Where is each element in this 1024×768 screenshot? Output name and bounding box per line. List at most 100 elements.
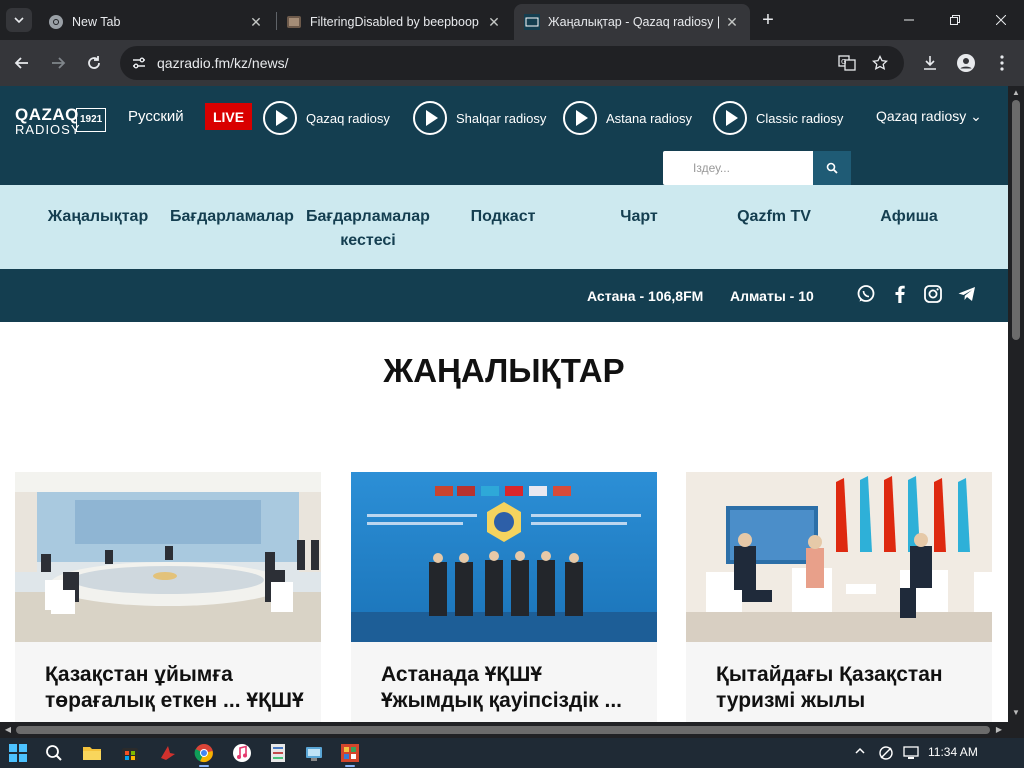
taskbar-clock[interactable]: 11:34 AM	[928, 745, 978, 759]
whatsapp-icon[interactable]	[855, 283, 877, 305]
news-card[interactable]: Астанада ҰҚШҰ Ұжымдық қауіпсіздік ...	[351, 472, 657, 722]
back-button[interactable]	[8, 49, 36, 77]
close-icon	[996, 15, 1006, 25]
network-app-icon[interactable]	[302, 741, 326, 765]
station-label: Astana radiosy	[606, 110, 692, 126]
telegram-icon[interactable]	[956, 283, 978, 305]
logo-line1: QAZAQ	[15, 105, 79, 124]
minimize-icon	[904, 19, 914, 21]
tray-app-icon[interactable]	[878, 745, 894, 764]
page-title: ЖАҢАЛЫҚТАР	[383, 352, 625, 389]
search-icon[interactable]	[42, 741, 66, 765]
nav-podcast[interactable]: Подкаст	[458, 205, 548, 229]
arrow-left-icon	[14, 57, 28, 69]
chrome-taskbar-icon[interactable]	[192, 741, 216, 767]
browser-tab-strip: New Tab ✕ FilteringDisabled by beepboop …	[0, 0, 1024, 40]
nav-afisha[interactable]: Афиша	[868, 205, 950, 229]
reload-icon	[88, 56, 100, 69]
file-explorer-icon[interactable]	[80, 741, 104, 765]
vertical-scrollbar[interactable]: ▲ ▼	[1008, 86, 1024, 722]
play-icon	[413, 101, 447, 135]
address-bar[interactable]: qazradio.fm/kz/news/ G	[120, 46, 904, 80]
news-image-csto[interactable]	[351, 472, 657, 642]
itunes-icon[interactable]	[230, 741, 254, 765]
search-button[interactable]	[813, 151, 851, 185]
translate-icon[interactable]: G	[837, 53, 857, 73]
forward-button[interactable]	[44, 49, 72, 77]
new-tab-button[interactable]: +	[756, 8, 780, 32]
station-label: Classic radiosy	[756, 110, 844, 126]
news-image-summit[interactable]	[15, 472, 321, 642]
tab-search-button[interactable]	[6, 8, 32, 32]
browser-menu-button[interactable]	[988, 49, 1016, 77]
scrollbar-thumb[interactable]	[16, 726, 990, 734]
nav-qazfm-tv[interactable]: Qazfm TV	[724, 205, 824, 229]
scroll-right-arrow-icon[interactable]: ▶	[994, 725, 1004, 735]
chevron-down-icon	[14, 17, 24, 24]
scrollbar-thumb[interactable]	[1012, 100, 1020, 340]
live-button[interactable]: LIVE	[205, 103, 252, 130]
search-icon	[826, 162, 838, 174]
main-nav: Жаңалықтар Бағдарламалар Бағдарламалар к…	[0, 185, 1008, 269]
station-astana[interactable]: Astana radiosy	[563, 101, 692, 135]
station-dropdown[interactable]: Qazaq radiosy ⌄	[876, 108, 982, 125]
bookmark-star-icon[interactable]	[870, 53, 890, 73]
scroll-up-arrow-icon[interactable]: ▲	[1011, 88, 1021, 98]
news-headline[interactable]: Қазақстан ұйымға төрағалық еткен ... ҰҚШ…	[45, 662, 305, 714]
close-window-button[interactable]	[978, 0, 1024, 40]
store-icon[interactable]	[118, 741, 142, 765]
frequency-bar: Астана - 106,8FM Алматы - 10	[0, 269, 1008, 322]
taskbar: 11:34 AM	[0, 738, 1024, 768]
chevron-down-icon: ⌄	[970, 108, 982, 124]
red-app-icon[interactable]	[156, 741, 180, 765]
news-headline[interactable]: Қытайдағы Қазақстан туризмі жылы	[716, 662, 976, 714]
downloads-button[interactable]	[916, 49, 944, 77]
close-tab-icon[interactable]: ✕	[486, 14, 502, 30]
restore-button[interactable]	[932, 0, 978, 40]
close-tab-icon[interactable]: ✕	[724, 14, 740, 30]
restore-icon	[950, 15, 960, 25]
scroll-down-arrow-icon[interactable]: ▼	[1011, 708, 1021, 718]
profile-icon	[957, 54, 975, 72]
station-label: Shalqar radiosy	[456, 110, 547, 126]
news-headline[interactable]: Астанада ҰҚШҰ Ұжымдық қауіпсіздік ...	[381, 662, 641, 714]
site-info-icon[interactable]	[130, 54, 148, 72]
nav-schedule[interactable]: Бағдарламалар кестесі	[302, 205, 434, 253]
close-tab-icon[interactable]: ✕	[248, 14, 264, 30]
frequency-astana: Астана - 106,8FM	[587, 288, 704, 304]
horizontal-scrollbar[interactable]: ◀ ▶	[0, 722, 1024, 738]
download-icon	[924, 56, 936, 70]
tab-new-tab[interactable]: New Tab ✕	[38, 4, 274, 40]
facebook-icon[interactable]	[889, 283, 911, 305]
network-icon[interactable]	[902, 745, 920, 764]
station-shalqar[interactable]: Shalqar radiosy	[413, 101, 546, 135]
site-header: QAZAQ RADIOSY 1921 Русский LIVE Qazaq ra…	[0, 86, 1008, 185]
language-switch[interactable]: Русский	[128, 108, 184, 125]
tab-filtering[interactable]: FilteringDisabled by beepboop ✕	[276, 4, 512, 40]
kebab-menu-icon	[1000, 55, 1004, 71]
instagram-icon[interactable]	[922, 283, 944, 305]
nav-news[interactable]: Жаңалықтар	[40, 205, 156, 229]
minimize-button[interactable]	[886, 0, 932, 40]
news-card[interactable]: Қытайдағы Қазақстан туризмі жылы	[686, 472, 992, 722]
nav-chart[interactable]: Чарт	[604, 205, 674, 229]
site-logo[interactable]: QAZAQ RADIOSY 1921	[15, 105, 107, 137]
browser-toolbar: qazradio.fm/kz/news/ G	[0, 40, 1024, 86]
tray-chevron-up-icon[interactable]	[854, 745, 866, 760]
reload-button[interactable]	[80, 49, 108, 77]
tab-qazradio[interactable]: Жаңалықтар - Qazaq radiosy | ✕	[514, 4, 750, 40]
station-classic[interactable]: Classic radiosy	[713, 101, 843, 135]
chrome-icon	[48, 14, 64, 30]
colorful-app-icon[interactable]	[338, 741, 362, 767]
station-qazaq[interactable]: Qazaq radiosy	[263, 101, 390, 135]
nav-programs[interactable]: Бағдарламалар	[166, 205, 298, 229]
windows-start-icon[interactable]	[6, 741, 30, 765]
notepad-app-icon[interactable]	[266, 741, 290, 765]
image-favicon	[286, 14, 302, 30]
tab-title: FilteringDisabled by beepboop	[310, 15, 479, 29]
news-card[interactable]: Қазақстан ұйымға төрағалық еткен ... ҰҚШ…	[15, 472, 321, 722]
news-image-tourism[interactable]	[686, 472, 992, 642]
profile-button[interactable]	[952, 49, 980, 77]
scroll-left-arrow-icon[interactable]: ◀	[3, 725, 13, 735]
search-input[interactable]	[663, 151, 813, 185]
